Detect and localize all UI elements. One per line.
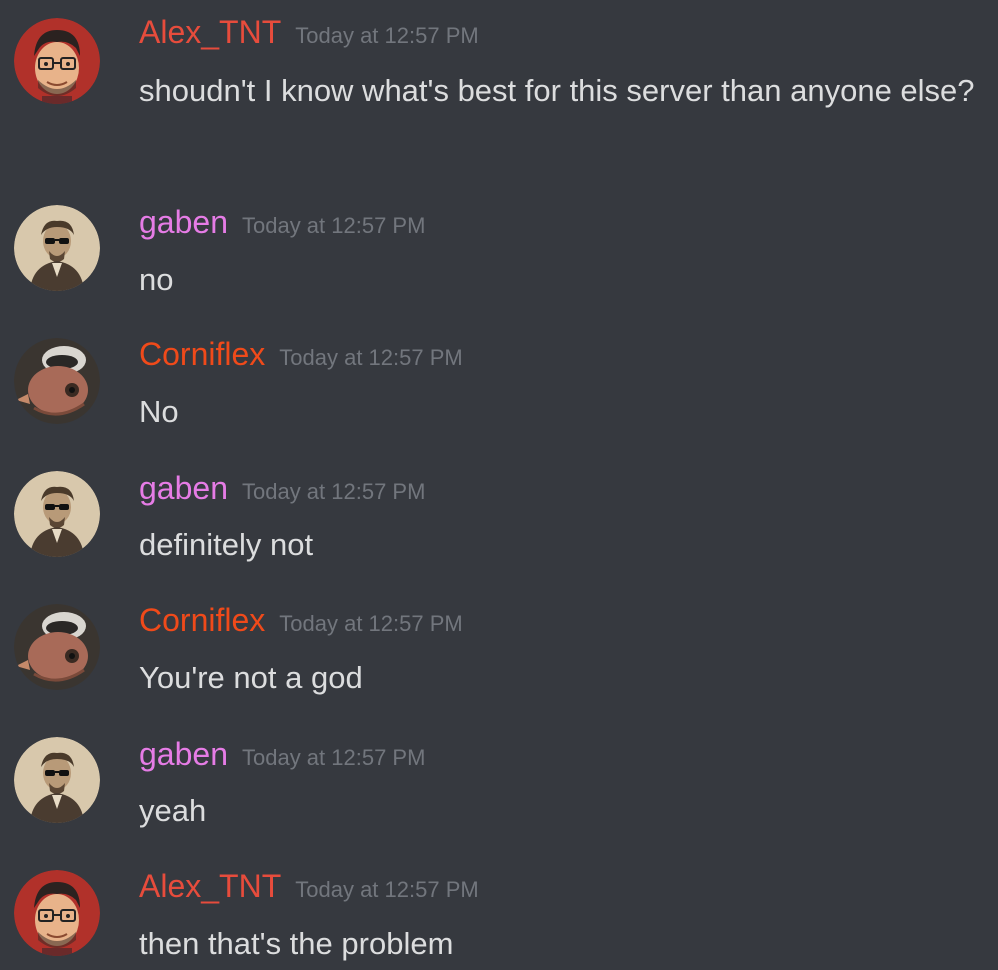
timestamp: Today at 12:57 PM <box>295 23 479 48</box>
timestamp: Today at 12:57 PM <box>241 213 426 238</box>
message-header: Corniflex Today at 12:57 PM <box>139 600 463 640</box>
avatar-corniflex[interactable] <box>14 604 100 690</box>
username[interactable]: Alex_TNT <box>139 14 281 50</box>
avatar-alex-tnt[interactable] <box>14 870 100 956</box>
message-text: definitely not <box>139 527 314 562</box>
avatar-alex-tnt[interactable] <box>14 18 100 104</box>
bird-avatar-icon <box>14 604 100 690</box>
timestamp: Today at 12:57 PM <box>295 877 479 902</box>
timestamp: Today at 12:57 PM <box>241 479 426 504</box>
timestamp: Today at 12:57 PM <box>241 745 426 770</box>
username[interactable]: gaben <box>139 204 228 240</box>
avatar-corniflex[interactable] <box>14 338 100 424</box>
username[interactable]: Corniflex <box>139 336 265 372</box>
sunglasses-portrait-avatar-icon <box>14 205 100 291</box>
message-header: gaben Today at 12:57 PM <box>139 202 425 242</box>
bird-avatar-icon <box>14 338 100 424</box>
message-text: No <box>139 394 179 429</box>
message-header: Alex_TNT Today at 12:57 PM <box>139 12 479 52</box>
message-header: gaben Today at 12:57 PM <box>139 468 425 508</box>
message-text: You're not a god <box>139 660 363 695</box>
avatar-gaben[interactable] <box>14 737 100 823</box>
message-text: no <box>139 262 174 297</box>
message-text: yeah <box>139 793 207 828</box>
cartoon-glasses-avatar-icon <box>14 870 100 956</box>
avatar-gaben[interactable] <box>14 471 100 557</box>
sunglasses-portrait-avatar-icon <box>14 471 100 557</box>
cartoon-glasses-avatar-icon <box>14 18 100 104</box>
username[interactable]: gaben <box>139 470 228 506</box>
avatar-gaben[interactable] <box>14 205 100 291</box>
timestamp: Today at 12:57 PM <box>279 611 463 636</box>
timestamp: Today at 12:57 PM <box>279 345 463 370</box>
message-text: shoudn't I know what's best for this ser… <box>139 73 975 108</box>
message-header: Corniflex Today at 12:57 PM <box>139 334 463 374</box>
username[interactable]: Alex_TNT <box>139 868 281 904</box>
sunglasses-portrait-avatar-icon <box>14 737 100 823</box>
username[interactable]: gaben <box>139 736 228 772</box>
message-header: gaben Today at 12:57 PM <box>139 734 425 774</box>
chat-log: Alex_TNT Today at 12:57 PM shoudn't I kno… <box>0 0 998 970</box>
message-text: then that's the problem <box>139 926 454 961</box>
username[interactable]: Corniflex <box>139 602 265 638</box>
message-header: Alex_TNT Today at 12:57 PM <box>139 866 479 906</box>
